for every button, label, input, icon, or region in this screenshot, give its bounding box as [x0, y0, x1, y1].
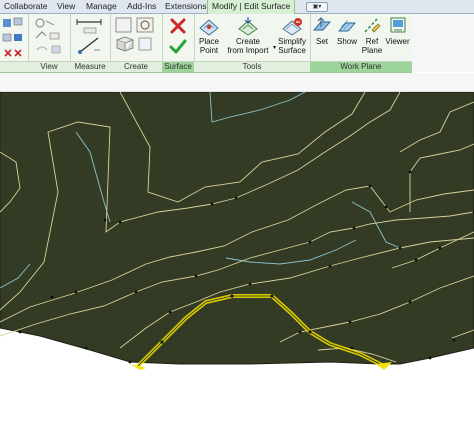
ref-plane-button[interactable]: Ref Plane	[361, 16, 383, 55]
place-point-button[interactable]: Place Point	[196, 16, 222, 55]
panel-label-create: Create	[110, 61, 162, 72]
tab-manage[interactable]: Manage	[86, 0, 117, 13]
viewer-label: Viewer	[385, 37, 410, 46]
tab-collaborate[interactable]: Collaborate	[4, 0, 47, 13]
panel-partial	[0, 14, 29, 72]
create-from-import-label-1: Create	[235, 37, 260, 46]
view-tools-icon[interactable]	[32, 16, 66, 60]
measure-icon[interactable]	[74, 16, 106, 60]
show-label: Show	[336, 37, 357, 46]
panel-label-view: View	[28, 61, 70, 72]
drawing-canvas[interactable]	[0, 91, 474, 426]
ref-plane-label-1: Ref	[365, 37, 379, 46]
panel-label-blank	[0, 61, 28, 72]
panel-view: View	[28, 14, 71, 72]
ref-plane-icon	[364, 18, 381, 33]
panel-label-measure: Measure	[70, 61, 110, 72]
place-point-label-2: Point	[199, 46, 219, 55]
set-label: Set	[315, 37, 328, 46]
panel-create: Create	[110, 14, 163, 72]
panel-surface: Surface	[162, 14, 195, 72]
tab-view[interactable]: View	[57, 0, 75, 13]
panel-work-plane: Set Show Ref Plane Viewer Work Plane	[310, 14, 412, 72]
create-tools-icon[interactable]	[113, 16, 159, 60]
set-workplane-icon	[313, 17, 331, 31]
show-workplane-icon	[338, 19, 356, 32]
simplify-surface-label-2: Surface	[278, 46, 306, 55]
panel-toggle-icon[interactable]: ▣▾	[306, 2, 328, 12]
create-from-import-button[interactable]: Create from Import ▾	[224, 16, 276, 55]
finish-icon[interactable]	[169, 38, 187, 56]
cancel-icon[interactable]	[169, 17, 187, 35]
tab-add-ins[interactable]: Add-Ins	[127, 0, 156, 13]
place-point-icon	[199, 19, 219, 36]
modify-tools-icon[interactable]	[2, 16, 24, 62]
ref-plane-label-2: Plane	[361, 46, 383, 55]
panel-tools: Place Point Create from Import ▾ Simplif…	[194, 14, 311, 72]
ribbon-empty-area	[412, 14, 474, 72]
viewer-button[interactable]: Viewer	[384, 16, 411, 46]
create-from-import-label-2: from Import	[227, 46, 269, 55]
tab-extensions[interactable]: Extensions	[165, 0, 207, 13]
set-workplane-button[interactable]: Set	[312, 16, 332, 46]
panel-label-surface: Surface	[162, 61, 194, 72]
simplify-surface-icon	[282, 18, 302, 36]
toposurface-view[interactable]	[0, 91, 474, 426]
panel-measure: Measure	[70, 14, 111, 72]
show-workplane-button[interactable]: Show	[335, 16, 359, 46]
ribbon-tab-bar: Collaborate View Manage Add-Ins Extensio…	[0, 0, 474, 14]
ribbon: View Measure Create Surface Place Point …	[0, 14, 412, 73]
place-point-label-1: Place	[198, 37, 219, 46]
tab-modify-edit-surface[interactable]: Modify | Edit Surface	[207, 0, 296, 14]
panel-label-tools: Tools	[194, 61, 310, 72]
create-from-import-icon	[238, 17, 258, 36]
simplify-surface-button[interactable]: Simplify Surface	[276, 16, 308, 55]
panel-label-work-plane: Work Plane	[310, 61, 412, 72]
toposurface-fill[interactable]	[0, 91, 474, 365]
options-bar	[0, 73, 474, 92]
viewer-icon	[390, 17, 405, 33]
simplify-surface-label-1: Simplify	[277, 37, 306, 46]
